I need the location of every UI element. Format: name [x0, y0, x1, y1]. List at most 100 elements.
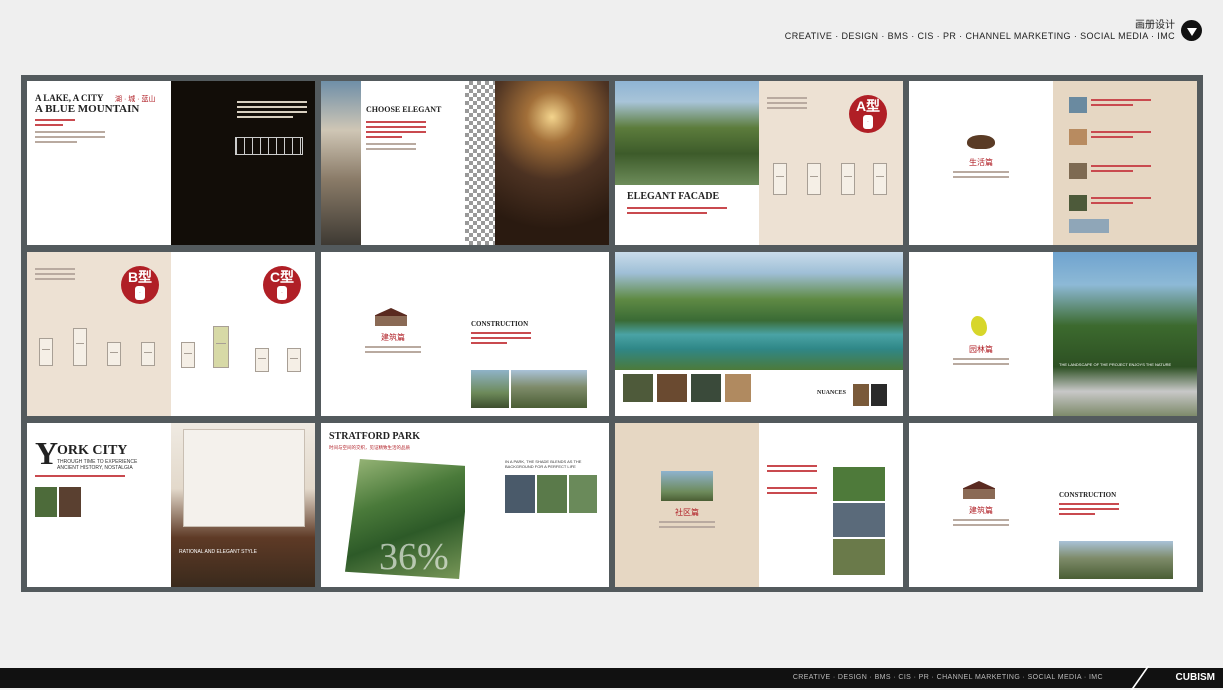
spread-10-percent: 36% [379, 536, 449, 578]
spread-11-photo [833, 539, 885, 575]
spread-9-photo [35, 487, 57, 517]
chevron-down-icon [1186, 27, 1197, 36]
nav-button[interactable] [1181, 20, 1202, 41]
spread-5-badge-c-sub: · [277, 286, 287, 300]
floor-plan [773, 163, 787, 195]
floor-plan [107, 342, 121, 366]
spread-1-left-page: A LAKE, A CITY 湖 · 城 · 蓝山 A BLUE MOUNTAI… [27, 81, 171, 245]
spread-11-right-page [759, 423, 903, 587]
spread-12-caption: 建筑篇 [969, 506, 993, 515]
lifestyle-photo [1069, 97, 1087, 113]
spread-12-photo [1059, 541, 1173, 579]
spread-12-title: CONSTRUCTION [1059, 491, 1117, 499]
spread-4-left-page: 生活篇 [909, 81, 1053, 245]
floor-plan [181, 342, 195, 368]
spread-9-photo [59, 487, 81, 517]
spread-6[interactable]: 建筑篇 CONSTRUCTION [321, 252, 609, 416]
spread-6-photo [471, 370, 509, 408]
spread-4-right-page [1053, 81, 1197, 245]
spread-10-red-text: 时间与空间的交织，见证精致生活的品质 [329, 445, 410, 450]
header-subtitle: CREATIVE · DESIGN · BMS · CIS · PR · CHA… [784, 31, 1175, 41]
spread-5[interactable]: B型 · C型 · [27, 252, 315, 416]
spread-10[interactable]: STRATFORD PARK 时间与空间的交织，见证精致生活的品质 36% IN… [321, 423, 609, 587]
spread-1-line1: A LAKE, A CITY [35, 93, 104, 103]
spread-4-text [1091, 131, 1151, 141]
spread-11-photo [833, 503, 885, 537]
spread-6-red-text [471, 332, 531, 347]
house-icon [963, 481, 995, 499]
floor-plan [39, 338, 53, 366]
spread-10-photo [505, 475, 535, 513]
spread-4-caption: 生活篇 [969, 158, 993, 167]
spread-8-quote: THE LANDSCAPE OF THE PROJECT ENJOYS THE … [1059, 362, 1172, 367]
floor-plan [73, 328, 87, 366]
footer-logo: CUBISM [1175, 672, 1215, 683]
spread-9-caption: RATIONAL AND ELEGANT STYLE [179, 549, 257, 555]
spread-9-title-rest: ORK CITY [57, 443, 128, 458]
footer-slash [1130, 666, 1150, 690]
spread-7[interactable]: NUANCES [615, 252, 903, 416]
spread-2-interior-photo [495, 81, 609, 245]
spread-4[interactable]: 生活篇 [909, 81, 1197, 245]
spread-5-badge-c: C型 · [263, 266, 301, 304]
spread-5-badge-b-sub: · [135, 286, 145, 300]
spread-1-body-text-2 [35, 131, 105, 146]
lifestyle-photo [1069, 219, 1109, 233]
spread-5-badge-c-label: C型 [269, 269, 295, 285]
spread-6-title: CONSTRUCTION [471, 320, 529, 328]
spread-4-text [1091, 165, 1151, 175]
spread-11-body-text [659, 521, 715, 531]
spread-2-body-text [366, 143, 416, 153]
spread-11-photo [661, 471, 713, 501]
spread-8-left-page: 园林篇 [909, 252, 1053, 416]
thumbnail-photo [853, 384, 869, 406]
spread-11-photo [833, 467, 885, 501]
spread-12-body-text [953, 519, 1009, 529]
spread-8-body-text [953, 358, 1009, 368]
spread-3-badge: A型 · [849, 95, 887, 133]
floor-plan [213, 326, 229, 368]
lifestyle-photo [1069, 163, 1087, 179]
spread-5-badge-b-label: B型 [127, 269, 153, 285]
spread-6-caption: 建筑篇 [381, 333, 405, 342]
spread-3-title: ELEGANT FACADE [627, 191, 720, 202]
floor-plan [873, 163, 887, 195]
spread-12[interactable]: 建筑篇 CONSTRUCTION [909, 423, 1197, 587]
floor-plan [287, 348, 301, 372]
spread-11-caption: 社区篇 [675, 508, 699, 517]
spread-10-right-page: IN A PARK, THE SHADE BLENDS AS THE BACKG… [465, 423, 609, 587]
spread-1[interactable]: A LAKE, A CITY 湖 · 城 · 蓝山 A BLUE MOUNTAI… [27, 81, 315, 245]
spread-1-body-text [35, 119, 75, 129]
spread-9[interactable]: Y ORK CITY THROUGH TIME TO EXPERIENCE AN… [27, 423, 315, 587]
spread-10-right-text: IN A PARK, THE SHADE BLENDS AS THE BACKG… [505, 459, 582, 469]
thumbnail-photo [725, 374, 751, 402]
spread-10-photo [537, 475, 567, 513]
spread-8[interactable]: 园林篇 THE LANDSCAPE OF THE PROJECT ENJOYS … [909, 252, 1197, 416]
spread-11-text [767, 465, 817, 475]
spread-6-photo-wide [511, 370, 587, 408]
thumbnail-photo [657, 374, 687, 402]
spread-6-right-page: CONSTRUCTION [465, 252, 609, 416]
spread-2-red-text [366, 121, 426, 141]
spread-3[interactable]: ELEGANT FACADE A型 · [615, 81, 903, 245]
spread-6-left-page: 建筑篇 [321, 252, 465, 416]
footer: CREATIVE · DESIGN · BMS · CIS · PR · CHA… [0, 666, 1223, 690]
spread-11-text [767, 487, 817, 497]
spread-7-caption: NUANCES [817, 390, 847, 396]
spread-1-line2: A BLUE MOUNTAIN [35, 103, 140, 115]
spread-8-right-page: THE LANDSCAPE OF THE PROJECT ENJOYS THE … [1053, 252, 1197, 416]
spread-11-left-page: 社区篇 [615, 423, 759, 587]
spread-12-right-page: CONSTRUCTION [1053, 423, 1197, 587]
spread-3-left-page: ELEGANT FACADE [615, 81, 759, 245]
spread-3-body-text [627, 207, 727, 217]
spread-11[interactable]: 社区篇 [615, 423, 903, 587]
spread-9-left-page: Y ORK CITY THROUGH TIME TO EXPERIENCE AN… [27, 423, 171, 587]
spread-2[interactable]: CHOOSE ELEGANT [321, 81, 609, 245]
spread-5-right-page: C型 · [171, 252, 315, 416]
spread-9-title-big: Y [35, 435, 59, 471]
spread-7-lake-panorama [615, 252, 903, 370]
spread-2-checker-pattern [465, 81, 495, 245]
spread-2-right-page [465, 81, 609, 245]
house-icon [375, 308, 407, 326]
spread-6-body-text [365, 346, 421, 356]
